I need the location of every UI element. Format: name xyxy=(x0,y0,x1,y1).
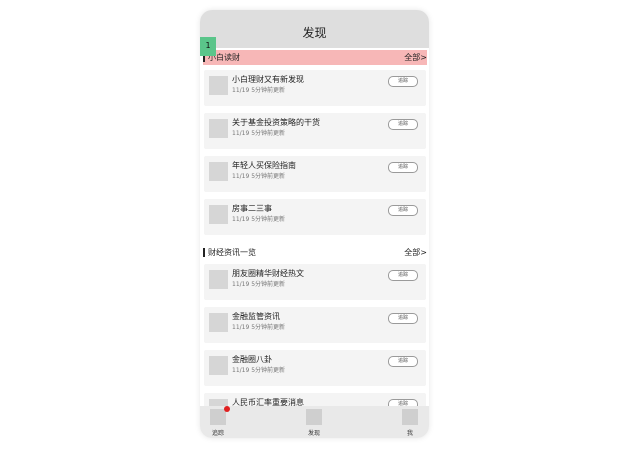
thumbnail-image xyxy=(209,162,228,181)
item-meta: 11/19 5分钟前更新 xyxy=(232,128,285,137)
list-item[interactable]: 小白理财又有新发现 11/19 5分钟前更新 追踪 xyxy=(204,70,426,106)
annotation-badge: 1 xyxy=(200,37,216,56)
track-button[interactable]: 追踪 xyxy=(388,356,418,367)
item-title: 房事二三事 xyxy=(232,204,272,213)
list-item[interactable]: 人民币汇率重要消息 追踪 xyxy=(204,393,426,406)
top-bar: 发现 xyxy=(200,10,429,48)
tab-label: 我 xyxy=(406,430,413,437)
item-title: 关于基金投资策略的干货 xyxy=(232,118,320,127)
page-title: 发现 xyxy=(302,26,327,40)
list-item[interactable]: 房事二三事 11/19 5分钟前更新 追踪 xyxy=(204,199,426,235)
content-area[interactable]: 小白读财 全部> 小白理财又有新发现 11/19 5分钟前更新 追踪 关于基金投… xyxy=(200,48,429,406)
item-date: 11/19 xyxy=(232,173,250,180)
tab-label: 发现 xyxy=(307,430,320,437)
section-header-news: 财经资讯一览 全部> xyxy=(203,245,427,260)
track-icon xyxy=(210,406,230,425)
view-all-link[interactable]: 全部> xyxy=(404,247,427,258)
item-meta: 11/19 5分钟前更新 xyxy=(232,214,285,223)
item-meta: 11/19 5分钟前更新 xyxy=(232,85,285,94)
track-button[interactable]: 追踪 xyxy=(388,205,418,216)
thumbnail-image xyxy=(209,313,228,332)
item-updated: 5分钟前更新 xyxy=(251,324,286,331)
track-button[interactable]: 追踪 xyxy=(388,270,418,281)
item-meta: 11/19 5分钟前更新 xyxy=(232,171,285,180)
list-item[interactable]: 关于基金投资策略的干货 11/19 5分钟前更新 追踪 xyxy=(204,113,426,149)
thumbnail-image xyxy=(209,119,228,138)
item-title: 小白理财又有新发现 xyxy=(232,75,304,84)
track-button[interactable]: 追踪 xyxy=(388,119,418,130)
item-title: 年轻人买保险指南 xyxy=(232,161,296,170)
thumbnail-image xyxy=(209,399,228,406)
item-updated: 5分钟前更新 xyxy=(251,173,286,180)
item-title: 金融圈八卦 xyxy=(232,355,272,364)
item-date: 11/19 xyxy=(232,216,250,223)
view-all-link[interactable]: 全部> xyxy=(404,52,427,63)
list-item[interactable]: 金融监管资讯 11/19 5分钟前更新 追踪 xyxy=(204,307,426,343)
list-item[interactable]: 朋友圈精华财经热文 11/19 5分钟前更新 追踪 xyxy=(204,264,426,300)
thumbnail-image xyxy=(209,76,228,95)
section-header-xiaobai: 小白读财 全部> xyxy=(203,50,427,65)
item-updated: 5分钟前更新 xyxy=(251,216,286,223)
item-date: 11/19 xyxy=(232,367,250,374)
item-updated: 5分钟前更新 xyxy=(251,87,286,94)
notification-dot xyxy=(224,406,230,412)
item-title: 朋友圈精华财经热文 xyxy=(232,269,304,278)
item-updated: 5分钟前更新 xyxy=(251,367,286,374)
list-item[interactable]: 年轻人买保险指南 11/19 5分钟前更新 追踪 xyxy=(204,156,426,192)
thumbnail-image xyxy=(209,356,228,375)
phone-screen: 发现 1 小白读财 全部> 小白理财又有新发现 11/19 5分钟前更新 追踪 … xyxy=(200,10,429,438)
tab-track[interactable]: 追踪 xyxy=(203,406,233,437)
item-date: 11/19 xyxy=(232,324,250,331)
tab-profile[interactable]: 我 xyxy=(395,409,425,437)
item-title: 人民币汇率重要消息 xyxy=(232,398,304,406)
thumbnail-image xyxy=(209,205,228,224)
bottom-tab-bar: 追踪 发现 我 xyxy=(200,406,429,438)
item-updated: 5分钟前更新 xyxy=(251,130,286,137)
track-button[interactable]: 追踪 xyxy=(388,313,418,324)
track-button[interactable]: 追踪 xyxy=(388,399,418,406)
discover-icon xyxy=(306,409,322,425)
tab-label: 追踪 xyxy=(211,430,224,437)
section-marker xyxy=(203,248,205,257)
item-title: 金融监管资讯 xyxy=(232,312,280,321)
item-updated: 5分钟前更新 xyxy=(251,281,286,288)
section-title: 财经资讯一览 xyxy=(208,248,256,257)
item-meta: 11/19 5分钟前更新 xyxy=(232,365,285,374)
tab-discover[interactable]: 发现 xyxy=(299,409,329,437)
item-meta: 11/19 5分钟前更新 xyxy=(232,322,285,331)
item-date: 11/19 xyxy=(232,130,250,137)
profile-icon xyxy=(402,409,418,425)
track-button[interactable]: 追踪 xyxy=(388,76,418,87)
list-item[interactable]: 金融圈八卦 11/19 5分钟前更新 追踪 xyxy=(204,350,426,386)
track-button[interactable]: 追踪 xyxy=(388,162,418,173)
thumbnail-image xyxy=(209,270,228,289)
item-date: 11/19 xyxy=(232,87,250,94)
item-date: 11/19 xyxy=(232,281,250,288)
item-meta: 11/19 5分钟前更新 xyxy=(232,279,285,288)
